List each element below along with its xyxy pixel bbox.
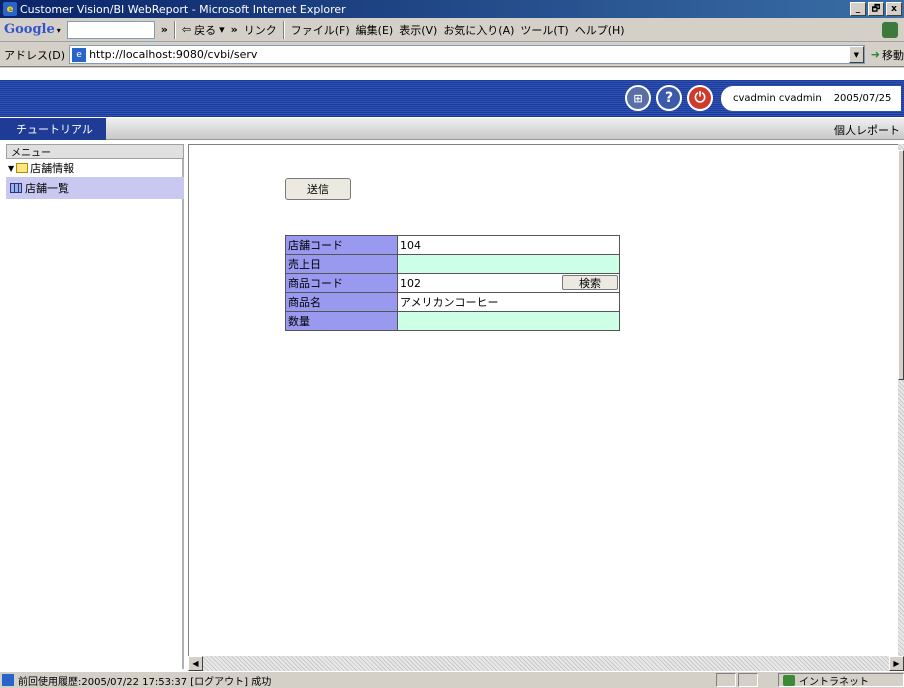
status-panels <box>716 673 758 687</box>
form-label: 商品名 <box>285 292 398 312</box>
expand-triangle-icon: ▼ <box>8 163 15 173</box>
store-code-field[interactable]: 104 <box>397 235 620 255</box>
folder-icon <box>16 163 29 173</box>
form-row: 商品コード 102 検索 <box>285 273 620 293</box>
form-row: 商品名 アメリカンコーヒー <box>285 292 620 312</box>
table-icon <box>10 183 22 193</box>
scroll-left-button[interactable]: ◀ <box>188 656 203 671</box>
scrollbar-thumb[interactable] <box>898 150 904 380</box>
product-code-field[interactable]: 102 <box>400 277 421 290</box>
menu-item-label: 店舗一覧 <box>25 182 69 195</box>
close-button[interactable]: x <box>886 2 902 16</box>
search-button[interactable]: 検索 <box>562 275 618 290</box>
page-status-icon <box>2 674 14 686</box>
tab-tutorial[interactable]: チュートリアル <box>0 118 106 140</box>
menu-edit[interactable]: 編集(E) <box>356 22 394 38</box>
main-toolbar: Google ▾ » ⇦ 戻る ▾ » リンク ファイル(F) 編集(E) 表示… <box>0 18 904 42</box>
form-label: 店舗コード <box>285 235 398 255</box>
minimize-button[interactable]: _ <box>850 2 866 16</box>
window-title: Customer Vision/BI WebReport - Microsoft… <box>20 2 346 16</box>
toolbar-divider <box>173 20 176 39</box>
product-name-field[interactable]: アメリカンコーヒー <box>397 292 620 312</box>
status-text: 前回使用履歴:2005/07/22 17:53:37 [ログアウト] 成功 <box>18 676 272 688</box>
sales-date-field[interactable] <box>397 254 620 274</box>
dropdown-arrow-icon: ▾ <box>56 24 61 35</box>
input-form: 店舗コード 104 売上日 商品コード 102 検索 商品名 アメリカンコーヒー… <box>285 235 620 331</box>
web-page: ⊞ ? ⏻ cvadmin cvadmin 2005/07/25 チュートリアル… <box>0 68 904 671</box>
form-label: 数量 <box>285 311 398 331</box>
toolbar-divider <box>282 20 285 39</box>
google-search-input[interactable] <box>66 20 155 39</box>
status-panel <box>738 673 758 687</box>
send-button[interactable]: 送信 <box>285 178 351 200</box>
sitemap-icon[interactable]: ⊞ <box>625 85 651 111</box>
dropdown-arrow-icon: ▾ <box>219 23 225 36</box>
address-input[interactable]: e http://localhost:9080/cvbi/serv ▼ <box>69 45 865 64</box>
google-label: Google <box>4 22 55 37</box>
menu-help[interactable]: ヘルプ(H) <box>575 22 625 38</box>
form-row: 数量 <box>285 311 620 331</box>
chevron-icon[interactable]: » <box>161 23 168 36</box>
menu-item-store-list[interactable]: 店舗一覧 <box>6 177 184 199</box>
window-title-bar: e Customer Vision/BI WebReport - Microso… <box>0 0 904 18</box>
help-icon[interactable]: ? <box>656 85 682 111</box>
product-code-cell: 102 検索 <box>397 273 620 293</box>
user-name: cvadmin cvadmin <box>733 93 822 104</box>
quantity-field[interactable] <box>397 311 620 331</box>
menu-title: メニュー <box>6 144 184 159</box>
menu-file[interactable]: ファイル(F) <box>291 22 350 38</box>
user-info: cvadmin cvadmin 2005/07/25 <box>721 86 901 111</box>
window-controls: _ 🗗 x <box>850 2 902 16</box>
back-label: 戻る <box>194 23 217 37</box>
main-content: 送信 店舗コード 104 売上日 商品コード 102 検索 商品名 アメリカンコ… <box>188 144 898 656</box>
status-panel <box>716 673 736 687</box>
folder-label: 店舗情報 <box>30 162 75 175</box>
go-label: 移動 <box>882 48 904 62</box>
vertical-scrollbar[interactable] <box>898 144 904 656</box>
go-arrow-icon: ➜ <box>870 48 880 61</box>
menu-favorites[interactable]: お気に入り(A) <box>443 22 514 38</box>
form-label: 商品コード <box>285 273 398 293</box>
ie-icon: e <box>3 2 17 16</box>
chevron-icon[interactable]: » <box>231 23 238 36</box>
address-url: http://localhost:9080/cvbi/serv <box>89 48 258 61</box>
links-button[interactable]: リンク <box>244 22 277 38</box>
security-zone: イントラネット <box>778 673 904 688</box>
go-button[interactable]: ➜ 移動 <box>869 47 904 63</box>
horizontal-scrollbar[interactable]: ◀ ▶ <box>188 656 904 671</box>
page-icon: e <box>72 47 87 62</box>
back-button[interactable]: ⇦ 戻る ▾ <box>182 22 225 38</box>
logout-icon[interactable]: ⏻ <box>687 85 713 111</box>
sidebar-menu: メニュー ▼ 店舗情報 店舗一覧 <box>6 144 184 669</box>
menu-tools[interactable]: ツール(T) <box>520 22 568 38</box>
windows-logo-icon <box>882 22 898 38</box>
address-toolbar: アドレス(D) e http://localhost:9080/cvbi/ser… <box>0 43 904 67</box>
status-bar: 前回使用履歴:2005/07/22 17:53:37 [ログアウト] 成功 イン… <box>0 671 904 688</box>
form-label: 売上日 <box>285 254 398 274</box>
zone-label: イントラネット <box>799 676 869 688</box>
maximize-button[interactable]: 🗗 <box>868 2 884 16</box>
form-row: 売上日 <box>285 254 620 274</box>
google-toolbar-logo[interactable]: Google ▾ <box>4 22 61 37</box>
form-row: 店舗コード 104 <box>285 235 620 255</box>
app-header: ⊞ ? ⏻ cvadmin cvadmin 2005/07/25 <box>0 80 904 117</box>
intranet-icon <box>783 674 795 686</box>
menu-view[interactable]: 表示(V) <box>399 22 437 38</box>
menu-folder-store-info[interactable]: ▼ 店舗情報 <box>6 159 182 177</box>
scroll-right-button[interactable]: ▶ <box>889 656 904 671</box>
current-date: 2005/07/25 <box>833 93 892 104</box>
address-dropdown-button[interactable]: ▼ <box>848 46 864 63</box>
personal-report-link[interactable]: 個人レポート <box>834 122 900 138</box>
nav-bar: チュートリアル 個人レポート <box>0 118 904 140</box>
address-label: アドレス(D) <box>4 48 66 62</box>
back-arrow-icon: ⇦ <box>181 23 192 36</box>
